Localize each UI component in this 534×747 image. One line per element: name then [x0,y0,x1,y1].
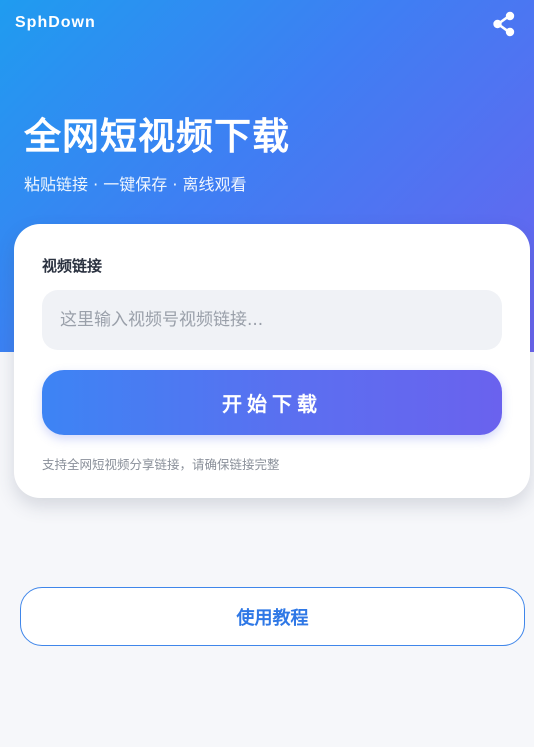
page-title: 全网短视频下载 [24,115,290,158]
video-link-label: 视频链接 [42,257,103,275]
start-download-button[interactable]: 开始下载 [42,370,502,435]
share-button[interactable] [490,10,518,38]
link-hint: 支持全网短视频分享链接，请确保链接完整 [42,457,280,472]
tutorial-button[interactable]: 使用教程 [20,587,525,646]
app-brand: SphDown [15,14,96,31]
page-subtitle: 粘贴链接 · 一键保存 · 离线观看 [24,175,247,194]
video-link-input[interactable] [42,290,502,350]
share-icon [493,11,515,37]
download-card: 视频链接 开始下载 支持全网短视频分享链接，请确保链接完整 [14,224,530,498]
